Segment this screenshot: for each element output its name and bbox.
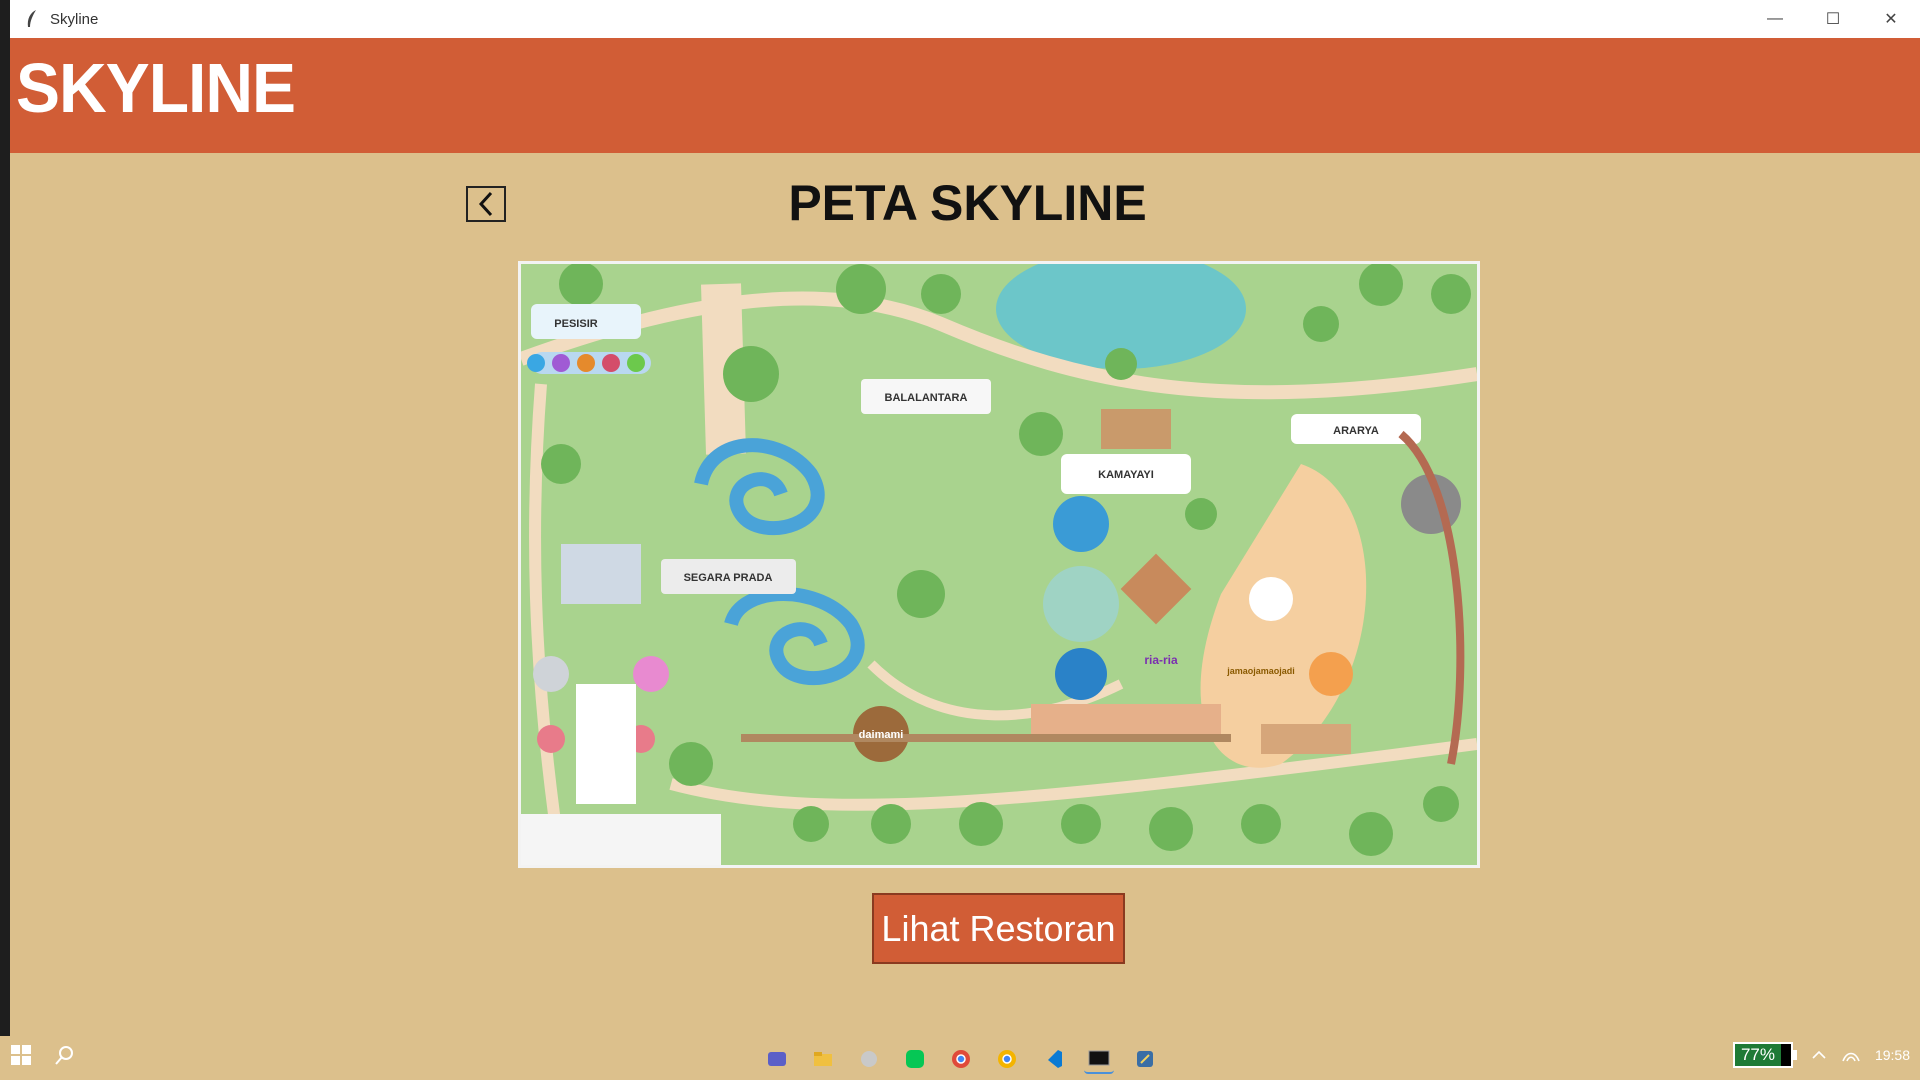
- map-label-jamao: jamaojamaojadi: [1226, 666, 1295, 676]
- map-label-segara-prada: SEGARA PRADA: [684, 572, 773, 584]
- taskbar: 77% 19:58: [0, 1036, 1920, 1080]
- file-explorer-icon[interactable]: [808, 1044, 838, 1074]
- park-map[interactable]: PESISIR BALALANTARA ARARYA KAMAYAYI SEGA…: [518, 261, 1480, 868]
- chrome-icon[interactable]: [946, 1044, 976, 1074]
- map-label-kamayayi: KAMAYAYI: [1098, 469, 1154, 481]
- window-controls: — ☐ ✕: [1746, 0, 1920, 38]
- python-app-icon[interactable]: [1130, 1044, 1160, 1074]
- teams-icon[interactable]: [762, 1044, 792, 1074]
- app-header: SKYLINE: [10, 38, 1920, 153]
- map-label-ararya: ARARYA: [1333, 425, 1379, 437]
- map-label-daimami: daimami: [859, 729, 904, 741]
- map-label-pesisir: PESISIR: [554, 318, 597, 330]
- taskbar-left: [10, 1044, 76, 1066]
- feather-icon: [27, 10, 36, 27]
- brand-logo: SKYLINE: [16, 49, 296, 127]
- clock[interactable]: 19:58: [1875, 1047, 1910, 1063]
- wifi-icon[interactable]: [1841, 1047, 1861, 1063]
- taskbar-apps: [762, 1044, 1160, 1074]
- battery-indicator[interactable]: 77%: [1732, 1042, 1797, 1068]
- park-map-illustration: PESISIR BALALANTARA ARARYA KAMAYAYI SEGA…: [521, 264, 1477, 865]
- minimize-button[interactable]: —: [1746, 0, 1804, 38]
- map-label-balalantara: BALALANTARA: [885, 392, 968, 404]
- page-title: PETA SKYLINE: [788, 175, 1147, 231]
- terminal-icon[interactable]: [1084, 1044, 1114, 1074]
- battery-level: 77%: [1732, 1042, 1793, 1068]
- title-bar: Skyline — ☐ ✕: [10, 0, 1920, 38]
- chrome-profile-icon[interactable]: [992, 1044, 1022, 1074]
- map-label-ria-ria: ria-ria: [1144, 653, 1178, 667]
- windows-start-icon[interactable]: [10, 1044, 32, 1066]
- view-restaurants-button[interactable]: Lihat Restoran: [872, 893, 1125, 964]
- search-icon[interactable]: [54, 1044, 76, 1066]
- maximize-button[interactable]: ☐: [1804, 0, 1862, 38]
- window-title: Skyline: [50, 10, 99, 28]
- line-app-icon[interactable]: [900, 1044, 930, 1074]
- chevron-up-icon[interactable]: [1811, 1047, 1827, 1063]
- vscode-icon[interactable]: [1038, 1044, 1068, 1074]
- settings-app-icon[interactable]: [854, 1044, 884, 1074]
- system-tray: 77% 19:58: [1732, 1042, 1910, 1068]
- close-button[interactable]: ✕: [1862, 0, 1920, 38]
- app-window: Skyline — ☐ ✕ SKYLINE PETA SKYLINE PESIS…: [0, 0, 1920, 1036]
- battery-tip: [1792, 1050, 1797, 1060]
